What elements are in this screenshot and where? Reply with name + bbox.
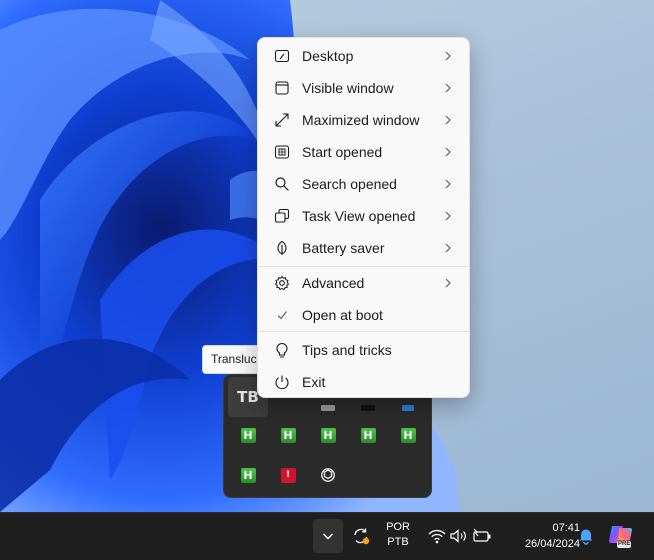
menu-item-label: Task View opened xyxy=(302,208,416,224)
notifications-button[interactable] xyxy=(576,525,596,547)
amd-tray-icon[interactable]: ! xyxy=(268,455,308,495)
h-tray-icon[interactable]: H xyxy=(268,415,308,455)
checkmark-icon xyxy=(273,306,291,324)
menu-item-tips-and-tricks[interactable]: Tips and tricks xyxy=(262,335,467,365)
menu-item-label: Visible window xyxy=(302,80,394,96)
input-language-indicator[interactable]: POR PTB xyxy=(378,517,418,553)
openai-tray-icon[interactable] xyxy=(308,455,348,495)
leaf-icon xyxy=(273,239,291,257)
context-menu: Desktop Visible window Maximized window … xyxy=(257,37,470,398)
quick-settings-button[interactable] xyxy=(424,523,496,549)
clock[interactable]: 07:41 26/04/2024 xyxy=(500,517,580,555)
h-icon: H xyxy=(240,467,256,483)
menu-item-battery-saver[interactable]: Battery saver xyxy=(262,233,467,263)
lightbulb-icon xyxy=(273,341,291,359)
menu-item-label: Advanced xyxy=(302,275,365,291)
menu-item-label: Open at boot xyxy=(302,307,383,323)
tray-app-icon xyxy=(402,405,414,411)
menu-item-maximized-window[interactable]: Maximized window xyxy=(262,105,467,135)
task-view-icon xyxy=(273,207,291,225)
h-tray-icon[interactable]: H xyxy=(228,455,268,495)
copilot-preview-badge: PRE xyxy=(617,541,632,548)
translucenttb-icon: TB xyxy=(237,388,259,406)
h-icon: H xyxy=(240,427,256,443)
menu-item-advanced[interactable]: Advanced xyxy=(262,268,467,298)
menu-item-search-opened[interactable]: Search opened xyxy=(262,169,467,199)
start-icon xyxy=(273,143,291,161)
volume-icon xyxy=(450,529,466,543)
taskbar: POR PTB 07:41 26/04/2024 PRE xyxy=(0,512,654,560)
menu-item-label: Battery saver xyxy=(302,240,385,256)
tray-app-icon xyxy=(361,405,375,411)
copilot-button[interactable]: PRE xyxy=(606,521,636,551)
h-icon: H xyxy=(400,427,416,443)
h-tray-icon[interactable]: H xyxy=(228,415,268,455)
sync-icon xyxy=(354,528,370,545)
menu-item-visible-window[interactable]: Visible window xyxy=(262,73,467,103)
chevron-right-icon xyxy=(445,51,451,61)
power-icon xyxy=(273,373,291,391)
openai-icon xyxy=(321,468,335,482)
menu-item-label: Maximized window xyxy=(302,112,420,128)
menu-item-desktop[interactable]: Desktop xyxy=(262,41,467,71)
window-icon xyxy=(273,79,291,97)
menu-item-label: Desktop xyxy=(302,48,354,64)
show-hidden-icons-button[interactable] xyxy=(313,519,343,553)
keyboard-layout-code: PTB xyxy=(387,536,409,548)
search-icon xyxy=(273,175,291,193)
menu-item-label: Search opened xyxy=(302,176,397,192)
bell-icon xyxy=(579,529,593,545)
battery-charging-icon xyxy=(473,528,491,542)
menu-item-exit[interactable]: Exit xyxy=(262,367,467,397)
menu-item-label: Tips and tricks xyxy=(302,342,392,358)
amd-icon: ! xyxy=(280,467,296,483)
menu-separator xyxy=(258,266,469,267)
h-icon: H xyxy=(360,427,376,443)
menu-item-task-view-opened[interactable]: Task View opened xyxy=(262,201,467,231)
h-icon: H xyxy=(320,427,336,443)
h-tray-icon[interactable]: H xyxy=(348,415,388,455)
chevron-right-icon xyxy=(445,179,451,189)
h-tray-icon[interactable]: H xyxy=(388,415,428,455)
language-code: POR xyxy=(386,521,410,533)
menu-item-start-opened[interactable]: Start opened xyxy=(262,137,467,167)
tray-app-icon xyxy=(321,405,335,411)
chevron-right-icon xyxy=(445,83,451,93)
wifi-icon xyxy=(428,529,446,544)
chevron-right-icon xyxy=(445,278,451,288)
chevron-right-icon xyxy=(445,211,451,221)
chevron-down-icon xyxy=(323,533,333,540)
h-tray-icon[interactable]: H xyxy=(308,415,348,455)
maximize-icon xyxy=(273,111,291,129)
menu-item-label: Start opened xyxy=(302,144,383,160)
menu-separator xyxy=(258,331,469,332)
sync-tray-icon[interactable] xyxy=(348,523,374,549)
chevron-right-icon xyxy=(445,115,451,125)
menu-item-open-at-boot[interactable]: Open at boot xyxy=(262,300,467,330)
clock-date: 26/04/2024 xyxy=(524,538,580,550)
gear-icon xyxy=(273,274,291,292)
menu-item-label: Exit xyxy=(302,374,326,390)
chevron-right-icon xyxy=(445,243,451,253)
h-icon: H xyxy=(280,427,296,443)
desktop-icon xyxy=(273,47,291,65)
chevron-right-icon xyxy=(445,147,451,157)
